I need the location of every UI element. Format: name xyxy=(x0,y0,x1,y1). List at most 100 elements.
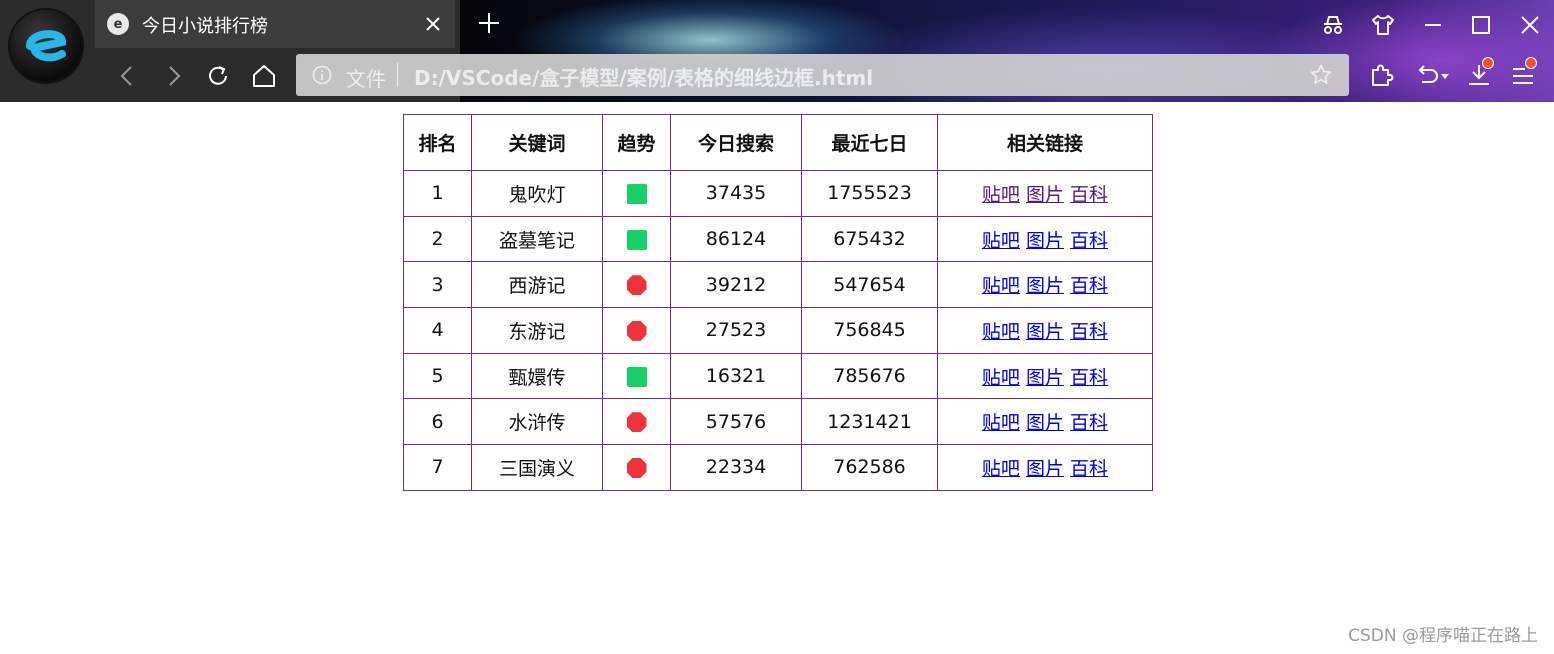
page-content: 排名 关键词 趋势 今日搜索 最近七日 相关链接 1 鬼吹灯 37435 175552… xyxy=(0,102,1554,654)
cell-keyword: 鬼吹灯 xyxy=(471,170,603,217)
link-tieba[interactable]: 贴吧 xyxy=(982,275,1020,297)
cell-rank: 4 xyxy=(403,307,472,354)
cell-today-search: 57576 xyxy=(670,398,802,446)
tab-close-icon[interactable] xyxy=(419,10,447,38)
bookmark-star-icon[interactable] xyxy=(1309,63,1333,87)
table-body: 1 鬼吹灯 37435 1755523 贴吧 图片 百科 2 盗墓笔记 86124 675432… xyxy=(403,170,1153,491)
home-icon[interactable] xyxy=(248,60,280,92)
link-tieba[interactable]: 贴吧 xyxy=(982,412,1020,434)
link-images[interactable]: 图片 xyxy=(1026,184,1064,206)
address-separator xyxy=(397,63,398,87)
menu-icon[interactable] xyxy=(1509,57,1539,90)
skin-icon[interactable] xyxy=(1368,10,1398,40)
link-baike[interactable]: 百科 xyxy=(1070,321,1108,343)
cell-trend xyxy=(602,352,671,400)
link-images[interactable]: 图片 xyxy=(1026,321,1064,343)
cell-trend xyxy=(602,307,671,354)
table-row: 6 水浒传 57576 1231421 贴吧 图片 百科 xyxy=(403,398,1153,446)
tab-active[interactable]: e 今日小说排行榜 xyxy=(95,0,455,48)
reload-icon[interactable] xyxy=(202,60,234,92)
cell-keyword: 甄嬛传 xyxy=(471,352,603,400)
tab-title: 今日小说排行榜 xyxy=(142,16,268,37)
cell-trend xyxy=(602,170,671,217)
trend-up-icon xyxy=(626,229,647,250)
cell-keyword: 东游记 xyxy=(471,307,603,354)
link-images[interactable]: 图片 xyxy=(1026,367,1064,389)
cell-last-seven-days: 785676 xyxy=(801,352,938,400)
cell-related-links: 贴吧 图片 百科 xyxy=(937,261,1153,309)
cell-today-search: 86124 xyxy=(670,215,802,263)
address-bar[interactable]: 文件 D:/VSCode/盒子模型/案例/表格的细线边框.html xyxy=(296,54,1349,96)
trend-up-icon xyxy=(626,183,647,204)
link-baike[interactable]: 百科 xyxy=(1070,184,1108,206)
header-keyword: 关键词 xyxy=(471,114,603,171)
link-tieba[interactable]: 贴吧 xyxy=(982,458,1020,480)
cell-today-search: 27523 xyxy=(670,307,802,354)
cell-today-search: 39212 xyxy=(670,261,802,309)
link-images[interactable]: 图片 xyxy=(1026,458,1064,480)
header-today-search: 今日搜索 xyxy=(670,114,802,171)
new-tab-button[interactable] xyxy=(474,8,504,38)
download-icon[interactable] xyxy=(1464,57,1494,90)
close-window-icon[interactable] xyxy=(1515,10,1545,40)
menu-badge xyxy=(1525,57,1537,69)
header-rank: 排名 xyxy=(403,114,472,171)
cell-trend xyxy=(602,444,671,491)
address-scheme: 文件 xyxy=(346,67,386,91)
tab-favicon-icon: e xyxy=(107,13,129,35)
trend-down-icon xyxy=(626,412,647,433)
cell-trend xyxy=(602,261,671,309)
cell-last-seven-days: 1755523 xyxy=(801,170,938,217)
link-images[interactable]: 图片 xyxy=(1026,412,1064,434)
cell-related-links: 贴吧 图片 百科 xyxy=(937,307,1153,354)
header-trend: 趋势 xyxy=(602,114,671,171)
cell-last-seven-days: 547654 xyxy=(801,261,938,309)
minimize-icon[interactable] xyxy=(1418,10,1448,40)
cell-last-seven-days: 762586 xyxy=(801,444,938,491)
cell-last-seven-days: 756845 xyxy=(801,307,938,354)
download-badge xyxy=(1482,57,1494,69)
link-baike[interactable]: 百科 xyxy=(1070,367,1108,389)
cell-related-links: 贴吧 图片 百科 xyxy=(937,170,1153,217)
link-baike[interactable]: 百科 xyxy=(1070,458,1108,480)
trend-down-icon xyxy=(626,457,647,478)
cell-related-links: 贴吧 图片 百科 xyxy=(937,398,1153,446)
maximize-icon[interactable] xyxy=(1466,10,1496,40)
table-row: 2 盗墓笔记 86124 675432 贴吧 图片 百科 xyxy=(403,215,1153,263)
cell-rank: 1 xyxy=(403,170,472,217)
info-icon[interactable] xyxy=(312,65,332,85)
header-last-seven-days: 最近七日 xyxy=(801,114,938,171)
cell-related-links: 贴吧 图片 百科 xyxy=(937,215,1153,263)
link-tieba[interactable]: 贴吧 xyxy=(982,184,1020,206)
address-url[interactable]: D:/VSCode/盒子模型/案例/表格的细线边框.html xyxy=(414,62,873,91)
back-icon[interactable] xyxy=(111,60,143,92)
cell-last-seven-days: 675432 xyxy=(801,215,938,263)
undo-close-tab-icon[interactable] xyxy=(1413,60,1453,90)
cell-last-seven-days: 1231421 xyxy=(801,398,938,446)
table-row: 1 鬼吹灯 37435 1755523 贴吧 图片 百科 xyxy=(403,170,1153,217)
link-baike[interactable]: 百科 xyxy=(1070,412,1108,434)
link-images[interactable]: 图片 xyxy=(1026,230,1064,252)
link-baike[interactable]: 百科 xyxy=(1070,275,1108,297)
cell-rank: 5 xyxy=(403,352,472,400)
trend-down-icon xyxy=(626,320,647,341)
cell-trend xyxy=(602,215,671,263)
link-images[interactable]: 图片 xyxy=(1026,275,1064,297)
cell-keyword: 盗墓笔记 xyxy=(471,215,603,263)
cell-rank: 2 xyxy=(403,215,472,263)
cell-today-search: 22334 xyxy=(670,444,802,491)
link-tieba[interactable]: 贴吧 xyxy=(982,367,1020,389)
link-tieba[interactable]: 贴吧 xyxy=(982,230,1020,252)
table-row: 5 甄嬛传 16321 785676 贴吧 图片 百科 xyxy=(403,352,1153,400)
cell-today-search: 37435 xyxy=(670,170,802,217)
link-baike[interactable]: 百科 xyxy=(1070,230,1108,252)
forward-icon[interactable] xyxy=(158,60,190,92)
cell-today-search: 16321 xyxy=(670,352,802,400)
table-header-row: 排名 关键词 趋势 今日搜索 最近七日 相关链接 xyxy=(403,114,1153,171)
table-row: 7 三国演义 22334 762586 贴吧 图片 百科 xyxy=(403,444,1153,491)
incognito-icon[interactable] xyxy=(1318,10,1348,40)
extensions-icon[interactable] xyxy=(1367,60,1397,90)
header-related-links: 相关链接 xyxy=(937,114,1153,171)
link-tieba[interactable]: 贴吧 xyxy=(982,321,1020,343)
cell-keyword: 西游记 xyxy=(471,261,603,309)
